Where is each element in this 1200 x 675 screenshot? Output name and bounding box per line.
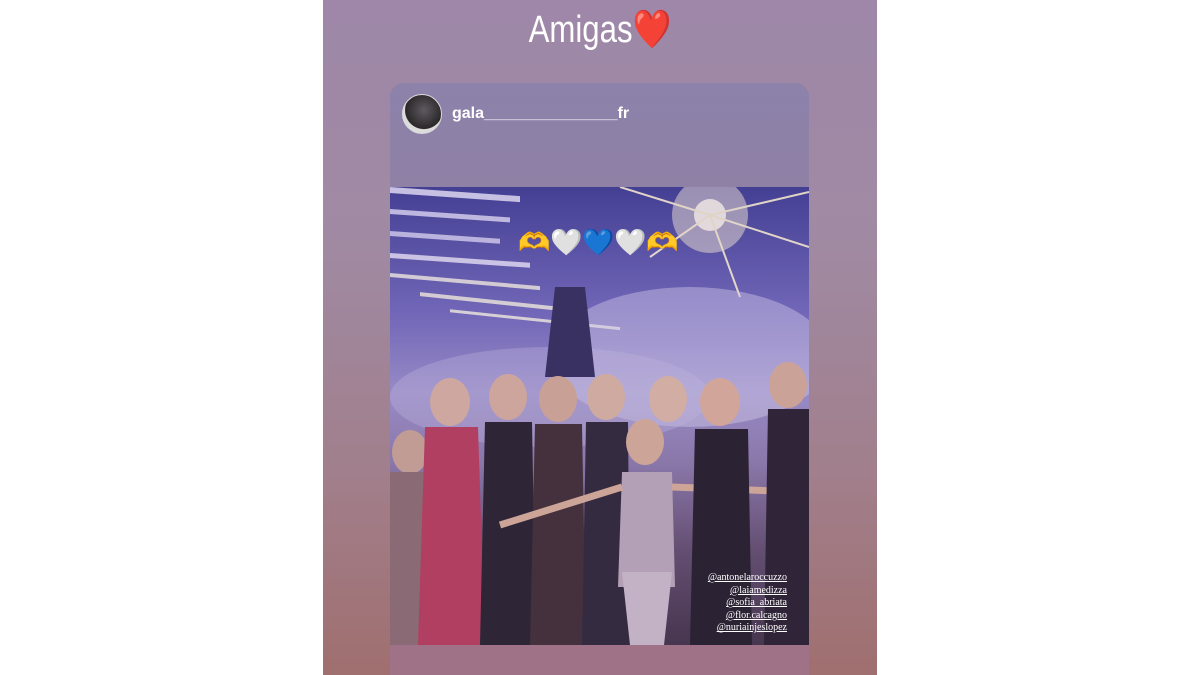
heart-emoji: ❤️ (632, 9, 672, 51)
story-title-text: Amigas (528, 9, 633, 51)
mention-tag[interactable]: @sofia_abriata (708, 597, 787, 610)
mention-tags: @antonelaroccuzzo @laiamedizza @sofia_ab… (708, 572, 787, 635)
post-header: gala_______________fr (390, 83, 809, 187)
mention-tag[interactable]: @antonelaroccuzzo (708, 572, 787, 585)
avatar[interactable] (402, 94, 442, 134)
mention-tag[interactable]: @flor.calcagno (708, 610, 787, 623)
heart-hands-emoji: 🫶 (646, 227, 680, 257)
white-heart-emoji: 🤍 (614, 227, 648, 257)
story-title: Amigas❤️ (373, 8, 827, 52)
blue-heart-emoji: 💙 (582, 227, 616, 257)
mention-tag[interactable]: @nuriainjeslopez (708, 622, 787, 635)
mention-tag[interactable]: @laiamedizza (708, 585, 787, 598)
reshared-post-card[interactable]: gala_______________fr 🫶🤍💙🤍🫶 @antonelaroc… (390, 83, 809, 675)
white-heart-emoji: 🤍 (550, 227, 584, 257)
instagram-story: Amigas❤️ gala_______________fr 🫶🤍💙🤍🫶 @an… (323, 0, 877, 675)
post-footer (390, 645, 809, 675)
post-username[interactable]: gala_______________fr (452, 105, 629, 123)
emoji-caption: 🫶🤍💙🤍🫶 (518, 227, 678, 258)
heart-hands-emoji: 🫶 (518, 227, 552, 257)
post-photo[interactable]: 🫶🤍💙🤍🫶 @antonelaroccuzzo @laiamedizza @so… (390, 187, 809, 645)
